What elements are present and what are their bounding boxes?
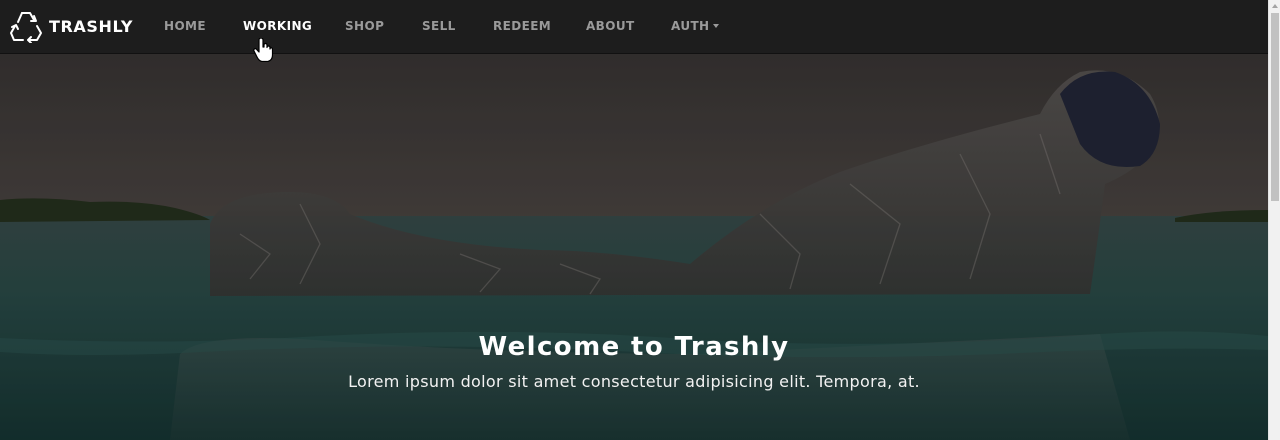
nav-sell[interactable]: SELL bbox=[422, 19, 456, 33]
scroll-up-icon[interactable] bbox=[1272, 4, 1278, 8]
nav-auth-label: AUTH bbox=[671, 19, 710, 33]
nav-home[interactable]: HOME bbox=[164, 19, 206, 33]
hero-subtitle: Lorem ipsum dolor sit amet consectetur a… bbox=[348, 372, 920, 391]
nav-auth-dropdown[interactable]: AUTH bbox=[671, 19, 719, 33]
page-scrollbar[interactable] bbox=[1268, 0, 1280, 440]
caret-down-icon bbox=[712, 24, 719, 28]
nav-about[interactable]: ABOUT bbox=[586, 19, 635, 33]
nav-shop[interactable]: SHOP bbox=[345, 19, 384, 33]
scrollbar-thumb[interactable] bbox=[1271, 13, 1279, 201]
hero-caption: Welcome to Trashly Lorem ipsum dolor sit… bbox=[0, 332, 1268, 391]
hero-title: Welcome to Trashly bbox=[478, 332, 790, 362]
nav-redeem[interactable]: REDEEM bbox=[493, 19, 551, 33]
brand-name: TRASHLY bbox=[49, 17, 134, 36]
hand-pointer-icon bbox=[253, 38, 273, 62]
navbar: TRASHLY HOME WORKING SHOP SELL REDEEM AB… bbox=[0, 0, 1268, 54]
recycle-icon bbox=[10, 12, 42, 43]
brand-link[interactable]: TRASHLY bbox=[9, 10, 133, 43]
hero-banner: Welcome to Trashly Lorem ipsum dolor sit… bbox=[0, 54, 1268, 440]
nav-working[interactable]: WORKING bbox=[243, 19, 312, 33]
